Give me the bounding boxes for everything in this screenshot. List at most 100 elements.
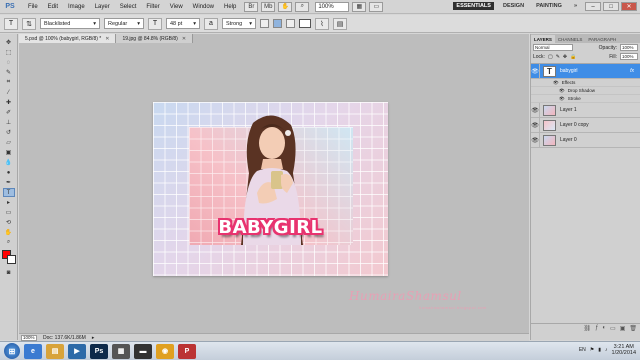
lock-transparent-icon[interactable]: ▢ [548, 54, 553, 60]
folder-icon[interactable]: ▭ [610, 325, 616, 332]
close-icon[interactable]: ✕ [621, 2, 637, 11]
document-window[interactable]: BABYGIRL HumairaShamsul humairashamsul.b… [19, 43, 529, 333]
dodge-tool-icon[interactable]: ● [3, 168, 15, 177]
bridge-icon[interactable]: Br [244, 1, 259, 12]
eyedropper-tool-icon[interactable]: ⁄ [3, 88, 15, 97]
eye-icon[interactable]: 👁 [531, 117, 540, 133]
language-indicator[interactable]: EN [579, 347, 586, 353]
screen-mode-icon[interactable]: ▭ [369, 1, 384, 12]
background-color-swatch[interactable] [6, 255, 16, 264]
align-center-button[interactable] [273, 19, 282, 28]
menu-select[interactable]: Select [115, 4, 142, 10]
lock-all-icon[interactable]: 🔒 [570, 54, 576, 60]
tab-channels[interactable]: CHANNELS [555, 35, 586, 43]
lasso-tool-icon[interactable]: ◌ [3, 58, 15, 67]
status-zoom-input[interactable]: 100% [21, 334, 37, 341]
media-player-icon[interactable]: ▶ [68, 343, 86, 359]
menu-image[interactable]: Image [63, 4, 90, 10]
opacity-input[interactable]: 100% [620, 44, 638, 51]
effect-stroke[interactable]: 👁 Stroke [531, 95, 640, 103]
eye-icon[interactable]: 👁 [531, 102, 540, 118]
link-icon[interactable]: ⛓ [583, 325, 591, 332]
pen-tool-icon[interactable]: ✒ [3, 178, 15, 187]
eye-icon[interactable]: 👁 [553, 80, 559, 86]
terminal-taskbar-icon[interactable]: ▬ [134, 343, 152, 359]
eye-icon[interactable]: 👁 [559, 96, 565, 102]
explorer-icon[interactable]: ▤ [46, 343, 64, 359]
effects-row[interactable]: 👁 Effects [531, 79, 640, 87]
arrange-documents-icon[interactable]: ▦ [352, 1, 367, 12]
tab-5-psd[interactable]: 5.psd @ 100% (babygirl, RGB/8) * ✕ [19, 34, 117, 43]
antialias-select[interactable]: Strong ▾ [222, 18, 256, 29]
eye-icon[interactable]: 👁 [559, 88, 565, 94]
menu-help[interactable]: Help [219, 4, 241, 10]
app-taskbar-icon[interactable]: ▦ [112, 343, 130, 359]
maximize-icon[interactable]: □ [603, 2, 619, 11]
tab-19-jpg[interactable]: 19.jpg @ 84.8% (RGB/8) ✕ [116, 34, 194, 43]
mask-icon[interactable]: ◐ [602, 325, 606, 331]
brush-tool-icon[interactable]: ✐ [3, 108, 15, 117]
tab-paragraph[interactable]: PARAGRAPH [585, 35, 619, 43]
fx-icon[interactable]: fx [630, 68, 634, 74]
chrome-taskbar-icon[interactable]: ◉ [156, 343, 174, 359]
layer-babygirl[interactable]: 👁 T babygirl fx [531, 63, 640, 79]
zoom-tool-icon[interactable]: ⌕ [3, 238, 15, 247]
text-orientation-icon[interactable]: ⇅ [22, 17, 36, 30]
3d-rotate-tool-icon[interactable]: ⟲ [3, 218, 15, 227]
workspace-essentials[interactable]: ESSENTIALS [453, 2, 494, 10]
network-icon[interactable]: ▮ [598, 347, 601, 353]
flag-icon[interactable]: ⚑ [590, 347, 594, 353]
path-select-tool-icon[interactable]: ▸ [3, 198, 15, 207]
layer-1[interactable]: 👁 Layer 1 [531, 102, 640, 118]
menu-window[interactable]: Window [188, 4, 219, 10]
clone-stamp-tool-icon[interactable]: ⊥ [3, 118, 15, 127]
hand-icon[interactable]: ✋ [278, 1, 293, 12]
minimize-icon[interactable]: – [585, 2, 601, 11]
babygirl-text-layer[interactable]: BABYGIRL [153, 217, 388, 238]
workspace-design[interactable]: DESIGN [500, 2, 527, 10]
crop-tool-icon[interactable]: ⌗ [3, 78, 15, 87]
effect-drop-shadow[interactable]: 👁 Drop Shadow [531, 87, 640, 95]
gradient-tool-icon[interactable]: ▣ [3, 148, 15, 157]
close-tab-icon[interactable]: ✕ [105, 36, 109, 42]
font-style-select[interactable]: Regular ▾ [104, 18, 144, 29]
ie-icon[interactable]: e [24, 343, 42, 359]
canvas-image[interactable]: BABYGIRL [153, 102, 388, 276]
trash-icon[interactable]: 🗑 [629, 325, 637, 332]
menu-filter[interactable]: Filter [141, 4, 164, 10]
zoom-level-select[interactable]: 100% [315, 1, 350, 12]
lock-position-icon[interactable]: ✥ [563, 54, 567, 60]
zoom-icon[interactable]: ⌕ [295, 1, 310, 12]
layer-0-copy[interactable]: 👁 Layer 0 copy [531, 117, 640, 133]
lock-image-icon[interactable]: ✎ [556, 54, 560, 60]
minibridge-icon[interactable]: Mb [261, 1, 276, 12]
pdf-taskbar-icon[interactable]: P [178, 343, 196, 359]
eye-icon[interactable]: 👁 [531, 132, 540, 148]
menu-view[interactable]: View [165, 4, 188, 10]
hand-tool-icon[interactable]: ✋ [3, 228, 15, 237]
warp-text-icon[interactable]: ⌇ [315, 17, 329, 30]
eraser-tool-icon[interactable]: ▱ [3, 138, 15, 147]
healing-brush-tool-icon[interactable]: ✚ [3, 98, 15, 107]
clock[interactable]: 3:21 AM 1/20/2014 [612, 344, 636, 356]
type-tool-icon[interactable]: T [2, 188, 15, 197]
start-button[interactable]: ⊞ [4, 343, 20, 359]
menu-layer[interactable]: Layer [90, 4, 115, 10]
eye-icon[interactable]: 👁 [531, 63, 540, 79]
color-swatches[interactable] [1, 250, 16, 264]
type-tool-preset-icon[interactable]: T [4, 17, 18, 30]
volume-icon[interactable]: ♪ [605, 347, 608, 353]
menu-file[interactable]: File [23, 4, 43, 10]
blur-tool-icon[interactable]: 💧 [3, 158, 15, 167]
workspace-painting[interactable]: PAINTING [533, 2, 565, 10]
workspace-more[interactable]: » [571, 2, 580, 10]
fill-input[interactable]: 100% [620, 53, 638, 60]
quick-select-tool-icon[interactable]: ✎ [3, 68, 15, 77]
shape-tool-icon[interactable]: ▭ [3, 208, 15, 217]
menu-edit[interactable]: Edit [43, 4, 63, 10]
align-left-button[interactable] [260, 19, 269, 28]
character-panel-icon[interactable]: ▤ [333, 17, 347, 30]
history-brush-tool-icon[interactable]: ↺ [3, 128, 15, 137]
fx-menu-icon[interactable]: ƒ [595, 325, 598, 331]
move-tool-icon[interactable]: ✥ [3, 38, 15, 47]
